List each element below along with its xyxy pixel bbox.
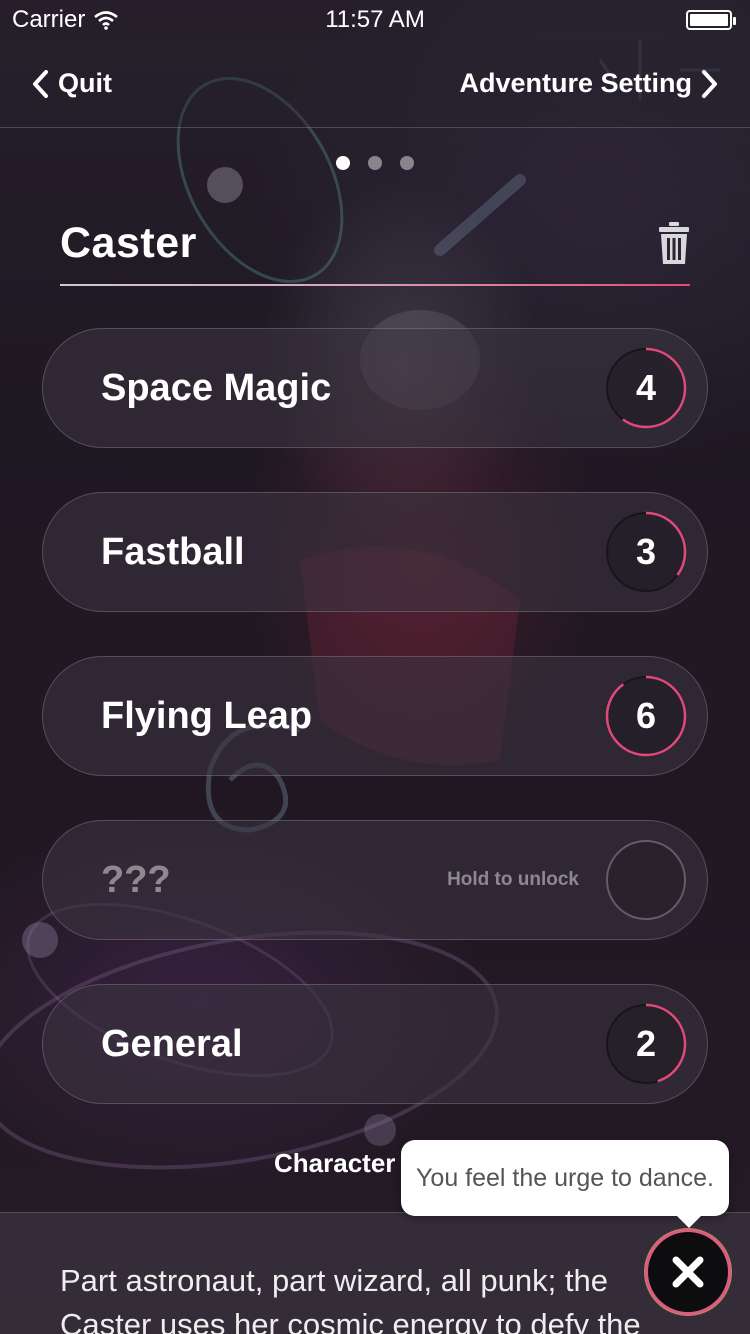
- skill-row-general[interactable]: General 2: [42, 984, 708, 1104]
- page-dot-3[interactable]: [400, 156, 414, 170]
- quit-label: Quit: [58, 68, 112, 98]
- skill-level-value: 4: [635, 367, 657, 408]
- close-button[interactable]: [648, 1232, 728, 1312]
- skill-row-fastball[interactable]: Fastball 3: [42, 492, 708, 612]
- chevron-right-icon: [702, 69, 717, 98]
- chevron-left-icon: [33, 69, 48, 98]
- skill-level-ring: 3: [605, 511, 687, 593]
- skill-row-locked[interactable]: ??? Hold to unlock: [42, 820, 708, 940]
- skill-level-ring: 4: [605, 347, 687, 429]
- skill-label: Fastball: [101, 530, 245, 573]
- skill-label: General: [101, 1022, 243, 1065]
- page-dot-1[interactable]: [336, 156, 350, 170]
- carrier-label: Carrier: [12, 6, 86, 33]
- description-panel: Part astronaut, part wizard, all punk; t…: [0, 1212, 750, 1334]
- page-indicator[interactable]: [0, 156, 750, 170]
- wifi-icon: [94, 11, 119, 30]
- skill-level-ring: 2: [605, 1003, 687, 1085]
- skill-label: ???: [101, 858, 171, 901]
- status-bar: Carrier 11:57 AM: [0, 0, 750, 40]
- battery-icon: [686, 10, 736, 30]
- skill-right: 4: [605, 347, 687, 429]
- status-left: Carrier: [12, 6, 119, 34]
- skill-level-value: 3: [635, 531, 657, 572]
- skill-level-value: [605, 839, 687, 921]
- class-header: Caster: [60, 200, 690, 286]
- quit-button[interactable]: Quit: [30, 68, 112, 99]
- hold-to-unlock-hint: Hold to unlock: [447, 869, 579, 890]
- close-icon: [672, 1256, 704, 1288]
- trash-icon[interactable]: [658, 221, 690, 265]
- skill-row-flying-leap[interactable]: Flying Leap 6: [42, 656, 708, 776]
- skill-right: Hold to unlock: [447, 839, 687, 921]
- skill-label: Space Magic: [101, 366, 332, 409]
- skill-level-value: 6: [635, 695, 657, 736]
- skill-right: 6: [605, 675, 687, 757]
- character-section-label: Character: [274, 1148, 396, 1178]
- navigation-bar: Quit Adventure Setting: [0, 40, 750, 128]
- class-title: Caster: [60, 218, 197, 267]
- skill-right: 2: [605, 1003, 687, 1085]
- skill-level-ring: 6: [605, 675, 687, 757]
- adventure-setting-button[interactable]: Adventure Setting: [459, 68, 720, 99]
- tooltip-bubble: You feel the urge to dance.: [401, 1140, 729, 1228]
- description-text: Part astronaut, part wizard, all punk; t…: [60, 1263, 641, 1334]
- skill-level-ring: [605, 839, 687, 921]
- tooltip-text: You feel the urge to dance.: [416, 1163, 714, 1192]
- adventure-setting-label: Adventure Setting: [459, 68, 692, 98]
- skill-level-value: 2: [635, 1023, 657, 1064]
- title-underline: [60, 284, 690, 286]
- skill-right: 3: [605, 511, 687, 593]
- page-dot-2[interactable]: [368, 156, 382, 170]
- skill-row-space-magic[interactable]: Space Magic 4: [42, 328, 708, 448]
- skill-label: Flying Leap: [101, 694, 313, 737]
